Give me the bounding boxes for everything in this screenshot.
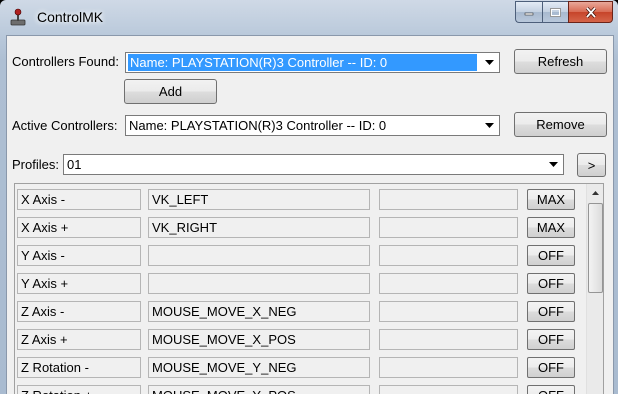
mode-toggle-button[interactable]: OFF	[527, 385, 575, 394]
profiles-label: Profiles:	[12, 157, 59, 172]
close-icon	[585, 6, 596, 18]
key-binding-field[interactable]: VK_RIGHT	[148, 217, 370, 238]
joystick-icon	[9, 8, 27, 26]
profiles-value: 01	[67, 157, 82, 172]
controllers-found-value: Name: PLAYSTATION(R)3 Controller -- ID: …	[128, 54, 477, 71]
profiles-select[interactable]: 01	[63, 154, 564, 175]
key-binding-field[interactable]	[148, 273, 370, 294]
axis-name-field: X Axis +	[17, 217, 141, 238]
title-bar[interactable]: ControlMK	[0, 0, 618, 34]
maximize-icon	[550, 7, 561, 17]
controllers-found-label: Controllers Found:	[12, 54, 119, 69]
mode-toggle-button[interactable]: OFF	[527, 357, 575, 378]
chevron-down-icon[interactable]	[481, 117, 498, 134]
chevron-down-icon[interactable]	[545, 156, 562, 173]
active-controllers-label: Active Controllers:	[12, 118, 118, 133]
mode-toggle-button[interactable]: OFF	[527, 301, 575, 322]
axis-name-field: Y Axis +	[17, 273, 141, 294]
key-binding-field[interactable]: MOUSE_MOVE_X_NEG	[148, 301, 370, 322]
controllers-found-select[interactable]: Name: PLAYSTATION(R)3 Controller -- ID: …	[125, 52, 500, 73]
mapping-row: Y Axis + OFF	[15, 269, 585, 297]
secondary-binding-field[interactable]	[379, 273, 518, 294]
minimize-button[interactable]	[515, 1, 542, 23]
active-controllers-select[interactable]: Name: PLAYSTATION(R)3 Controller -- ID: …	[125, 115, 500, 136]
key-binding-field[interactable]: MOUSE_MOVE_Y_NEG	[148, 357, 370, 378]
next-profile-button[interactable]: >	[577, 153, 606, 177]
axis-name-field: Z Axis -	[17, 301, 141, 322]
chevron-down-icon[interactable]	[481, 54, 498, 71]
minimize-icon	[524, 12, 534, 16]
secondary-binding-field[interactable]	[379, 301, 518, 322]
maximize-button[interactable]	[542, 1, 568, 23]
secondary-binding-field[interactable]	[379, 217, 518, 238]
mapping-row: Z Axis + MOUSE_MOVE_X_POS OFF	[15, 325, 585, 353]
key-binding-field[interactable]	[148, 245, 370, 266]
mapping-list: X Axis - VK_LEFT MAX X Axis + VK_RIGHT MAX Y A…	[14, 183, 604, 394]
axis-name-field: Y Axis -	[17, 245, 141, 266]
scroll-up-icon[interactable]	[587, 184, 603, 201]
secondary-binding-field[interactable]	[379, 385, 518, 394]
mapping-row: X Axis - VK_LEFT MAX	[15, 185, 585, 213]
window-title: ControlMK	[37, 9, 104, 25]
active-controllers-value: Name: PLAYSTATION(R)3 Controller -- ID: …	[129, 118, 387, 133]
mode-toggle-button[interactable]: OFF	[527, 329, 575, 350]
axis-name-field: X Axis -	[17, 189, 141, 210]
mapping-row: Z Rotation + MOUSE_MOVE_Y_POS OFF	[15, 381, 585, 394]
axis-name-field: Z Rotation -	[17, 357, 141, 378]
axis-name-field: Z Axis +	[17, 329, 141, 350]
key-binding-field[interactable]: MOUSE_MOVE_Y_POS	[148, 385, 370, 394]
mapping-row: Z Axis - MOUSE_MOVE_X_NEG OFF	[15, 297, 585, 325]
mode-toggle-button[interactable]: MAX	[527, 217, 575, 238]
client-area: Controllers Found: Name: PLAYSTATION(R)3…	[6, 35, 614, 394]
mapping-row: X Axis + VK_RIGHT MAX	[15, 213, 585, 241]
secondary-binding-field[interactable]	[379, 329, 518, 350]
secondary-binding-field[interactable]	[379, 357, 518, 378]
axis-name-field: Z Rotation +	[17, 385, 141, 394]
mode-toggle-button[interactable]: MAX	[527, 189, 575, 210]
secondary-binding-field[interactable]	[379, 245, 518, 266]
remove-button[interactable]: Remove	[514, 112, 607, 137]
secondary-binding-field[interactable]	[379, 189, 518, 210]
add-button[interactable]: Add	[124, 79, 217, 104]
scrollbar-thumb[interactable]	[588, 203, 603, 293]
mode-toggle-button[interactable]: OFF	[527, 245, 575, 266]
key-binding-field[interactable]: VK_LEFT	[148, 189, 370, 210]
mapping-row: Z Rotation - MOUSE_MOVE_Y_NEG OFF	[15, 353, 585, 381]
close-button[interactable]	[568, 1, 613, 23]
mapping-row: Y Axis - OFF	[15, 241, 585, 269]
app-window: ControlMK Controllers Found: Name: PLAYS…	[0, 0, 618, 394]
vertical-scrollbar[interactable]	[586, 184, 603, 394]
key-binding-field[interactable]: MOUSE_MOVE_X_POS	[148, 329, 370, 350]
mode-toggle-button[interactable]: OFF	[527, 273, 575, 294]
refresh-button[interactable]: Refresh	[514, 49, 607, 74]
